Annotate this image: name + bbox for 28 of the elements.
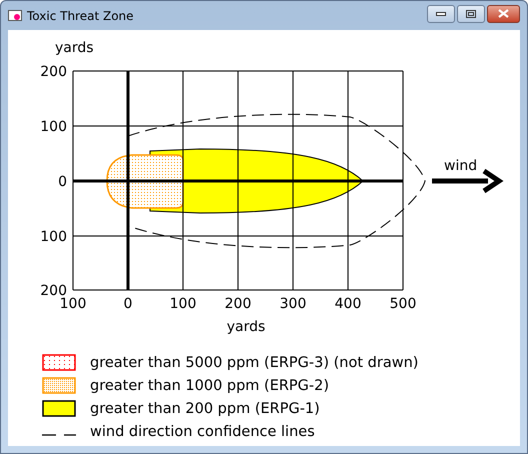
- legend-label: greater than 200 ppm (ERPG-1): [90, 400, 320, 416]
- minimize-button[interactable]: [427, 4, 455, 22]
- tick-label: 100: [60, 296, 86, 312]
- tick-label: 100: [40, 229, 67, 245]
- legend-label: greater than 1000 ppm (ERPG-2): [90, 378, 330, 394]
- minimize-icon: [436, 12, 446, 16]
- window-title: Toxic Threat Zone: [27, 8, 135, 22]
- axis-label: yards: [55, 40, 94, 56]
- tick-label: 300: [280, 296, 306, 312]
- app-icon: [8, 10, 22, 21]
- tick-label: 0: [124, 296, 132, 312]
- tick-label: 200: [40, 283, 67, 299]
- legend-label: wind direction confidence lines: [90, 424, 315, 440]
- tick-label: 500: [390, 296, 416, 312]
- tick-label: 0: [58, 174, 67, 190]
- maximize-icon: [466, 10, 476, 18]
- maximize-button[interactable]: [457, 4, 485, 22]
- tick-label: 200: [224, 296, 252, 312]
- tick-label: 200: [40, 64, 67, 80]
- wind-arrow: [432, 168, 504, 194]
- axis-label: yards: [226, 319, 266, 335]
- wind-label: wind: [444, 158, 478, 174]
- tick-label: 400: [334, 296, 362, 312]
- tick-label: 100: [170, 296, 196, 312]
- close-icon: [498, 9, 509, 18]
- close-button[interactable]: [487, 4, 520, 22]
- tick-label: 100: [40, 119, 67, 135]
- legend-label: greater than 5000 ppm (ERPG-3) (not drawn): [90, 354, 418, 370]
